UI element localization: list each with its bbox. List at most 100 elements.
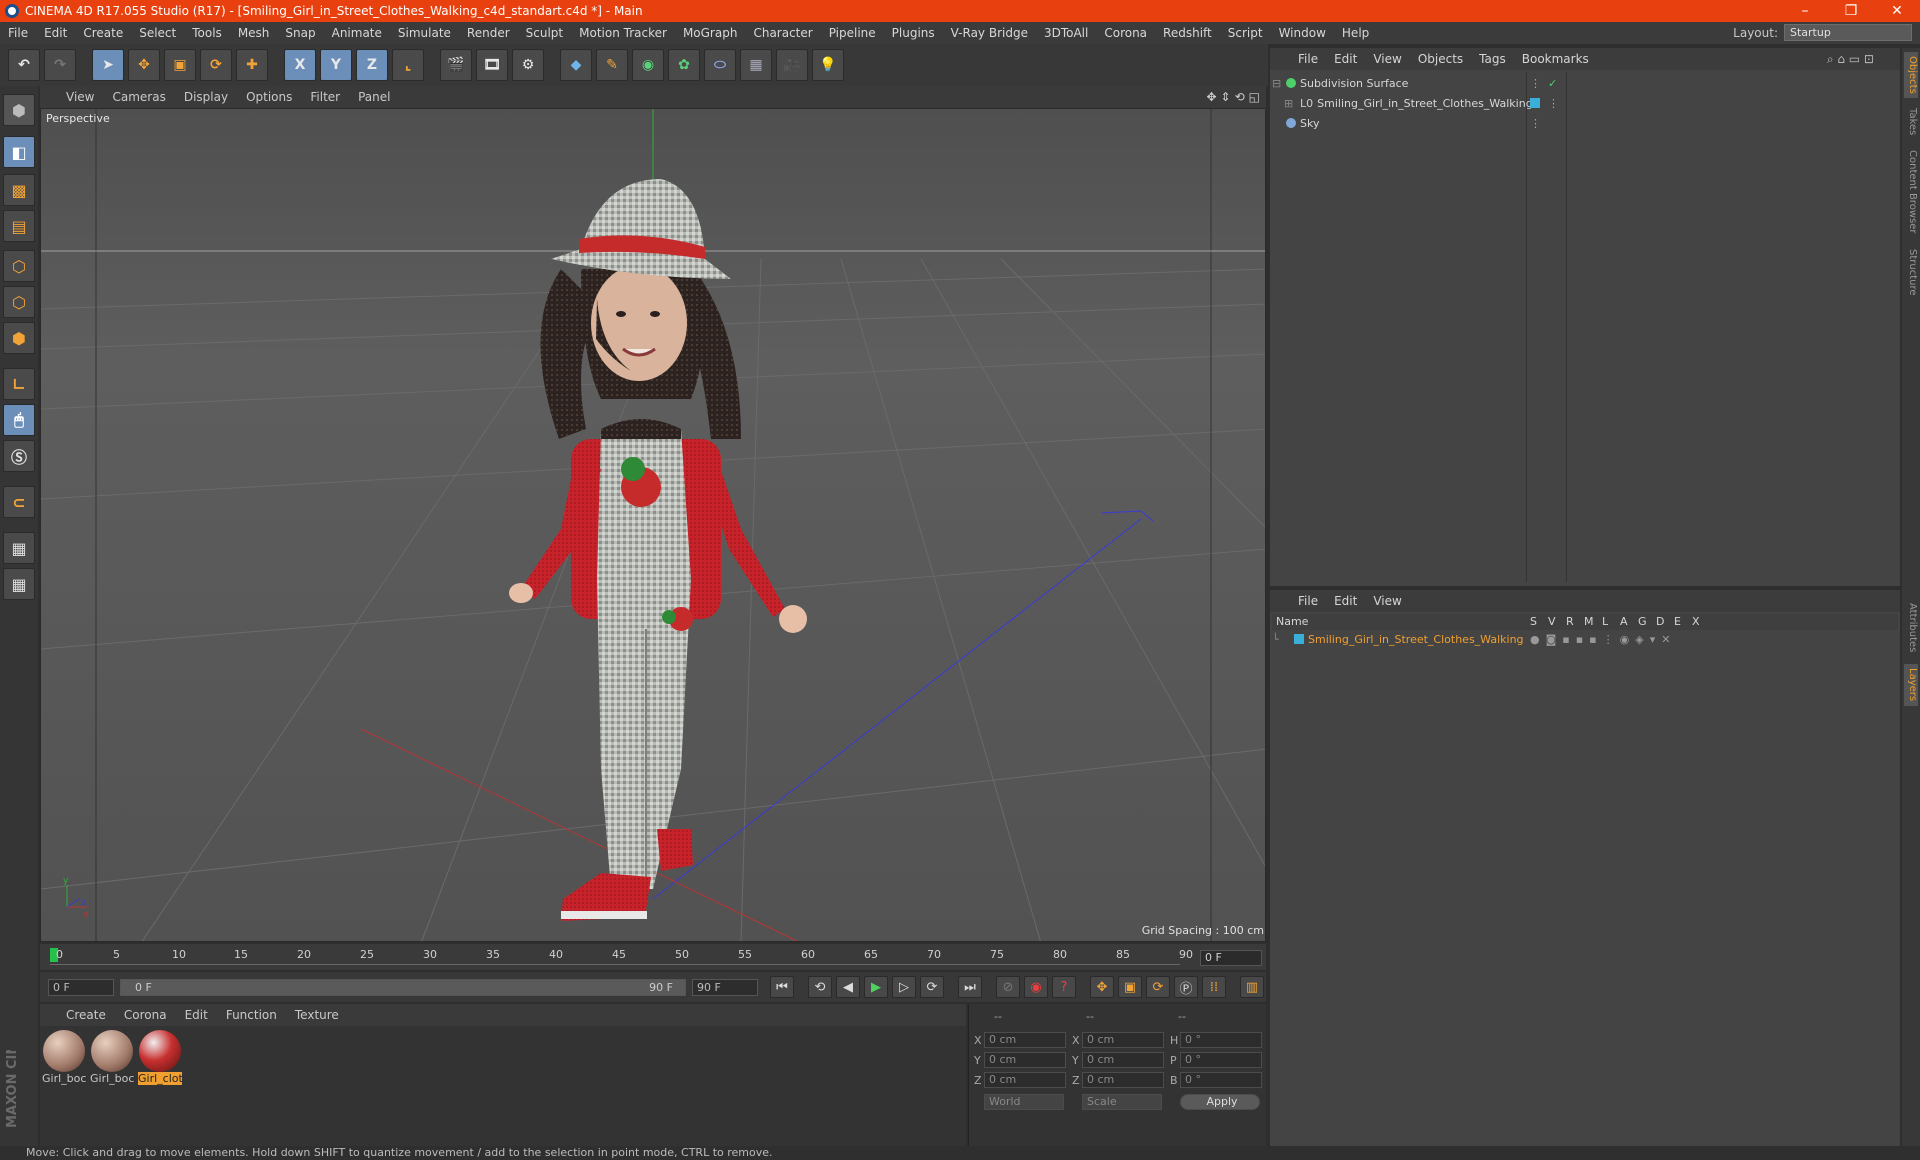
- apply-button[interactable]: Apply: [1180, 1094, 1260, 1110]
- x-axis-button[interactable]: X: [284, 49, 316, 81]
- menu-window[interactable]: Window: [1271, 26, 1334, 40]
- tab-structure[interactable]: Structure: [1904, 244, 1918, 300]
- viewport-menu-cameras[interactable]: Cameras: [103, 90, 174, 104]
- solo-mode-icon[interactable]: Ⓢ: [3, 440, 35, 472]
- menu-character[interactable]: Character: [745, 26, 820, 40]
- menu-help[interactable]: Help: [1334, 26, 1377, 40]
- minimize-button[interactable]: –: [1782, 0, 1828, 22]
- enabled-check-icon[interactable]: ✓: [1548, 77, 1557, 90]
- next-frame-icon[interactable]: ▷: [892, 976, 916, 998]
- spline-pen-icon[interactable]: ✎: [596, 49, 628, 81]
- rotation-h-field[interactable]: 0 °: [1180, 1032, 1262, 1048]
- tab-objects[interactable]: Objects: [1904, 52, 1918, 98]
- nurbs-icon[interactable]: ◉: [632, 49, 664, 81]
- material-menu-texture[interactable]: Texture: [286, 1008, 348, 1022]
- object-menu-edit[interactable]: Edit: [1326, 52, 1365, 66]
- deformer-icon[interactable]: ⬭: [704, 49, 736, 81]
- menu-redshift[interactable]: Redshift: [1155, 26, 1220, 40]
- goto-next-key-icon[interactable]: ⟳: [920, 976, 944, 998]
- texture-mode-icon[interactable]: ▩: [3, 174, 35, 206]
- menu-select[interactable]: Select: [131, 26, 184, 40]
- autokey-icon[interactable]: ◉: [1024, 976, 1048, 998]
- material-item[interactable]: Girl_boc: [42, 1030, 86, 1085]
- menu-file[interactable]: File: [0, 26, 36, 40]
- make-editable-icon[interactable]: ⬢: [3, 94, 35, 126]
- mograph-cloner-icon[interactable]: ✿: [668, 49, 700, 81]
- y-axis-button[interactable]: Y: [320, 49, 352, 81]
- menu-animate[interactable]: Animate: [324, 26, 390, 40]
- tab-takes[interactable]: Takes: [1904, 104, 1918, 140]
- key-pla-icon[interactable]: ⁞⁞: [1202, 976, 1226, 998]
- viewport-dolly-icon[interactable]: ⇕: [1221, 90, 1231, 104]
- object-search-icon[interactable]: ⌕ ⌂ ▭ ⊡: [1827, 52, 1874, 67]
- layer-menu-file[interactable]: File: [1290, 594, 1326, 608]
- menu-vray-bridge[interactable]: V-Ray Bridge: [943, 26, 1036, 40]
- frame-range-slider[interactable]: 0 F 90 F: [120, 979, 686, 996]
- object-menu-objects[interactable]: Objects: [1410, 52, 1471, 66]
- viewport-pan-icon[interactable]: ✥: [1206, 90, 1216, 104]
- viewport-menu-filter[interactable]: Filter: [301, 90, 349, 104]
- start-frame-field[interactable]: 0 F: [48, 979, 114, 996]
- expand-toggle-icon[interactable]: ⊞: [1272, 97, 1293, 110]
- layout-dropdown[interactable]: Startup: [1784, 24, 1912, 41]
- size-x-field[interactable]: 0 cm: [1082, 1032, 1164, 1048]
- coordinate-system-dropdown[interactable]: World: [984, 1094, 1064, 1110]
- maximize-button[interactable]: ❐: [1828, 0, 1874, 22]
- perspective-viewport[interactable]: y z x: [40, 108, 1266, 942]
- redo-icon[interactable]: ↷: [44, 49, 76, 81]
- menu-render[interactable]: Render: [459, 26, 518, 40]
- goto-prev-key-icon[interactable]: ⟲: [808, 976, 832, 998]
- edit-render-settings-icon[interactable]: ⚙: [512, 49, 544, 81]
- transform-tool-icon[interactable]: ✚: [236, 49, 268, 81]
- layer-color-swatch[interactable]: [1294, 634, 1304, 644]
- tab-content-browser[interactable]: Content Browser: [1904, 146, 1918, 238]
- key-parameter-icon[interactable]: Ⓟ: [1174, 976, 1198, 998]
- snap-magnet-icon[interactable]: ⊂: [3, 486, 35, 518]
- viewport-menu-options[interactable]: Options: [237, 90, 301, 104]
- cube-object-icon[interactable]: ◆: [560, 49, 592, 81]
- object-row-sky[interactable]: Sky ⋮: [1272, 114, 1896, 132]
- menu-mesh[interactable]: Mesh: [230, 26, 278, 40]
- goto-start-icon[interactable]: ⏮: [770, 976, 794, 998]
- edges-mode-icon[interactable]: ⬡: [3, 286, 35, 318]
- keyframe-selection-icon[interactable]: ?: [1052, 976, 1076, 998]
- object-row-subdivision[interactable]: ⊟ Subdivision Surface ⋮ ✓: [1272, 74, 1896, 92]
- viewport-menu-panel[interactable]: Panel: [349, 90, 399, 104]
- close-button[interactable]: ✕: [1874, 0, 1920, 22]
- expand-toggle-icon[interactable]: ⊟: [1272, 77, 1286, 90]
- layer-menu-edit[interactable]: Edit: [1326, 594, 1365, 608]
- object-menu-view[interactable]: View: [1365, 52, 1409, 66]
- workplane-mode-icon[interactable]: ▤: [3, 210, 35, 242]
- timeline-window-icon[interactable]: ▥: [1240, 976, 1264, 998]
- axis-mode-icon[interactable]: ∟: [3, 368, 35, 400]
- position-x-field[interactable]: 0 cm: [984, 1032, 1066, 1048]
- menu-pipeline[interactable]: Pipeline: [821, 26, 884, 40]
- key-scale-icon[interactable]: ▣: [1118, 976, 1142, 998]
- tweak-mode-icon[interactable]: 🖱: [3, 404, 35, 436]
- menu-sculpt[interactable]: Sculpt: [518, 26, 571, 40]
- visibility-dots-icon[interactable]: ⋮: [1548, 97, 1559, 110]
- material-menu-corona[interactable]: Corona: [115, 1008, 176, 1022]
- object-menu-tags[interactable]: Tags: [1471, 52, 1514, 66]
- layer-color-tag[interactable]: [1530, 98, 1540, 108]
- tab-attributes[interactable]: Attributes: [1904, 596, 1918, 660]
- z-axis-button[interactable]: Z: [356, 49, 388, 81]
- menu-3dtoall[interactable]: 3DToAll: [1036, 26, 1096, 40]
- layer-menu-view[interactable]: View: [1365, 594, 1409, 608]
- size-y-field[interactable]: 0 cm: [1082, 1052, 1164, 1068]
- object-row-girl[interactable]: ⊞ L0 Smiling_Girl_in_Street_Clothes_Walk…: [1272, 94, 1896, 112]
- light-icon[interactable]: 💡: [812, 49, 844, 81]
- undo-icon[interactable]: ↶: [8, 49, 40, 81]
- move-tool-icon[interactable]: ✥: [128, 49, 160, 81]
- key-rotation-icon[interactable]: ⟳: [1146, 976, 1170, 998]
- menu-snap[interactable]: Snap: [277, 26, 323, 40]
- current-frame-field[interactable]: 0 F: [1200, 950, 1262, 966]
- locked-workplane-icon[interactable]: ▦: [3, 532, 35, 564]
- object-menu-bookmarks[interactable]: Bookmarks: [1514, 52, 1597, 66]
- viewport-maximize-icon[interactable]: ◱: [1249, 90, 1260, 104]
- points-mode-icon[interactable]: ⬡: [3, 250, 35, 282]
- render-view-icon[interactable]: 🎬: [440, 49, 472, 81]
- planar-workplane-icon[interactable]: ▦: [3, 568, 35, 600]
- coordinate-system-icon[interactable]: ⌞: [392, 49, 424, 81]
- menu-motion-tracker[interactable]: Motion Tracker: [571, 26, 675, 40]
